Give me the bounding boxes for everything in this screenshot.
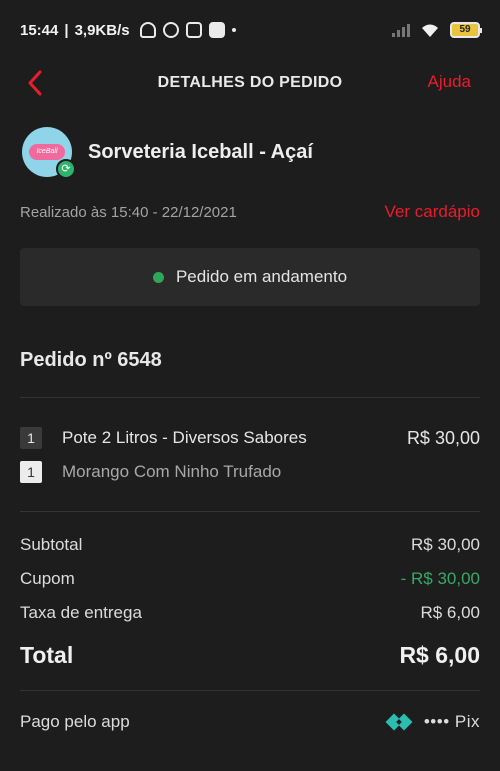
view-menu-link[interactable]: Ver cardápio <box>385 202 480 222</box>
delivery-fee-row: Taxa de entrega R$ 6,00 <box>20 603 480 623</box>
notification-icons <box>139 22 236 38</box>
instagram-icon <box>185 22 202 38</box>
coupon-value: - R$ 30,00 <box>400 569 480 588</box>
order-item: 1 Pote 2 Litros - Diversos Sabores R$ 30… <box>20 427 480 449</box>
status-time: 15:44 <box>20 21 59 39</box>
dot-icon <box>231 28 236 32</box>
divider <box>20 397 480 398</box>
pix-icon <box>384 707 414 737</box>
subitem-name: Morango Com Ninho Trufado <box>62 462 282 481</box>
divider <box>20 511 480 512</box>
delivery-fee-value: R$ 6,00 <box>420 603 480 622</box>
wifi-icon <box>422 24 438 37</box>
order-status-text: Pedido em andamento <box>175 267 348 286</box>
payment-method-text: •••• Pix <box>423 712 480 731</box>
subitem-quantity: 1 <box>20 461 42 483</box>
store-header[interactable]: IceBall ⟳ Sorveteria Iceball - Açaí <box>22 127 313 179</box>
item-price: R$ 30,00 <box>406 427 480 448</box>
status-separator: | <box>64 21 69 39</box>
total-value: R$ 6,00 <box>399 642 480 668</box>
order-status-box: Pedido em andamento <box>20 248 480 306</box>
divider <box>20 690 480 691</box>
subtotal-label: Subtotal <box>20 535 83 554</box>
total-label: Total <box>20 642 74 668</box>
page-title: DETALHES DO PEDIDO <box>157 74 343 91</box>
whatsapp-icon <box>162 22 179 38</box>
subtotal-value: R$ 30,00 <box>411 535 480 554</box>
total-row: Total R$ 6,00 <box>20 642 480 669</box>
status-left: 15:44 | 3,9KB/s <box>20 22 236 39</box>
status-right: 59 <box>392 22 482 38</box>
help-link[interactable]: Ajuda <box>428 72 471 92</box>
subtotal-row: Subtotal R$ 30,00 <box>20 535 480 555</box>
signal-icon <box>392 23 410 37</box>
coupon-label: Cupom <box>20 569 75 588</box>
order-number: Pedido nº 6548 <box>20 349 162 371</box>
delivery-fee-label: Taxa de entrega <box>20 603 142 622</box>
payment-label: Pago pelo app <box>20 712 130 731</box>
status-bar: 15:44 | 3,9KB/s 59 <box>0 0 500 60</box>
refresh-icon: ⟳ <box>56 159 76 179</box>
mute-icon <box>139 22 156 38</box>
battery-icon: 59 <box>450 22 482 38</box>
order-meta: Realizado às 15:40 - 22/12/2021 Ver card… <box>20 202 480 222</box>
header: DETALHES DO PEDIDO Ajuda <box>0 62 500 104</box>
item-name: Pote 2 Litros - Diversos Sabores <box>62 428 307 447</box>
coupon-row: Cupom - R$ 30,00 <box>20 569 480 589</box>
status-dot-icon <box>152 271 164 283</box>
store-logo-text: IceBall <box>29 144 65 160</box>
payment-row: Pago pelo app •••• Pix <box>20 707 480 737</box>
store-name: Sorveteria Iceball - Açaí <box>88 140 313 163</box>
store-logo: IceBall ⟳ <box>22 127 76 179</box>
payment-method: •••• Pix <box>384 707 480 737</box>
item-quantity: 1 <box>20 427 42 449</box>
order-subitem: 1 Morango Com Ninho Trufado <box>20 461 480 483</box>
app-icon <box>208 22 225 38</box>
status-speed: 3,9KB/s <box>74 21 130 39</box>
order-date: Realizado às 15:40 - 22/12/2021 <box>20 203 237 221</box>
